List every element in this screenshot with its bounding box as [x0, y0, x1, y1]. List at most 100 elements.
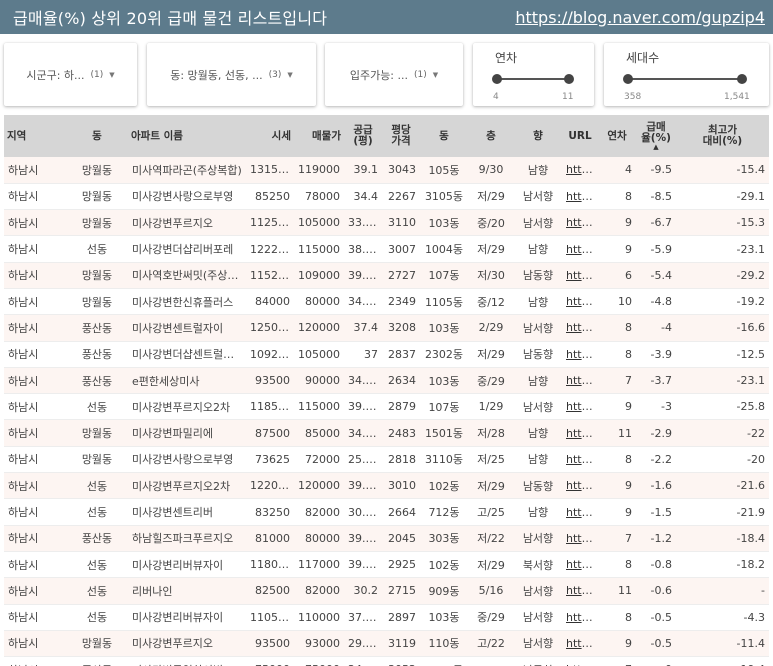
slider-min-handle[interactable]: [492, 74, 502, 84]
listing-url-link[interactable]: https://blog.naver.com/gupzip4: [566, 611, 598, 624]
cell-market-price: 82500: [246, 577, 294, 605]
header-col-region[interactable]: 지역: [4, 115, 66, 157]
cell-url[interactable]: https://blog.naver.com/gupzip4: [562, 577, 598, 605]
cell-direction: 남서향: [514, 525, 562, 552]
sort-desc-icon[interactable]: ▲: [639, 143, 673, 151]
filter-sigungu-dropdown[interactable]: 시군구: 하... (1) ▼: [4, 43, 137, 106]
cell-url[interactable]: https://blog.naver.com/gupzip4: [562, 314, 598, 342]
listing-url-link[interactable]: https://blog.naver.com/gupzip4: [566, 374, 598, 387]
cell-url[interactable]: https://blog.naver.com/gupzip4: [562, 604, 598, 631]
listing-url-link[interactable]: https://blog.naver.com/gupzip4: [566, 506, 598, 519]
cell-url[interactable]: https://blog.naver.com/gupzip4: [562, 419, 598, 447]
header-col-apartment-name[interactable]: 아파트 이름: [128, 115, 246, 157]
cell-listing-price: 120000: [294, 314, 344, 342]
header-col-floor[interactable]: 층: [468, 115, 514, 157]
cell-url[interactable]: https://blog.naver.com/gupzip4: [562, 525, 598, 552]
cell-floor: 2/29: [468, 314, 514, 342]
listing-url-link[interactable]: https://blog.naver.com/gupzip4: [566, 532, 598, 545]
header-label: 지역: [7, 129, 27, 142]
listing-url-link[interactable]: https://blog.naver.com/gupzip4: [566, 479, 598, 492]
listing-url-link[interactable]: https://blog.naver.com/gupzip4: [566, 584, 598, 597]
cell-apartment-name: 미사강변푸르지오: [128, 209, 246, 237]
header-col-discount-rate[interactable]: 급매 율(%) ▲: [636, 115, 676, 157]
blog-link[interactable]: https://blog.naver.com/gupzip4: [515, 8, 765, 27]
header-col-building[interactable]: 동: [420, 115, 468, 157]
listing-url-link[interactable]: https://blog.naver.com/gupzip4: [566, 269, 598, 282]
cell-listing-price: 85000: [294, 419, 344, 447]
cell-floor: 저/29: [468, 235, 514, 263]
cell-url[interactable]: https://blog.naver.com/gupzip4: [562, 656, 598, 666]
slider-min-label: 4: [493, 92, 499, 102]
cell-market-price: 112500: [246, 209, 294, 237]
table-header-row: 지역 동 아파트 이름 시세 매물가 공급 (평) 평당 가격 동 층 향 URL 연차 급매 율(%) ▲ 최고…: [4, 115, 769, 157]
cell-url[interactable]: https://blog.naver.com/gupzip4: [562, 630, 598, 658]
cell-market-price: 73625: [246, 446, 294, 474]
filter-count: (1): [414, 69, 427, 80]
table-body: 하남시 망월동 미사역파라곤(주상복합) 131500 119000 39.1 3043 10…: [4, 157, 769, 666]
cell-market-price: 93500: [246, 630, 294, 658]
header-col-supply-area[interactable]: 공급 (평): [344, 115, 382, 157]
cell-building: 303동: [420, 525, 468, 552]
listing-url-link[interactable]: https://blog.naver.com/gupzip4: [566, 637, 598, 650]
cell-url[interactable]: https://blog.naver.com/gupzip4: [562, 288, 598, 316]
cell-floor: 고/25: [468, 498, 514, 526]
cell-dong: 풍산동: [66, 367, 128, 395]
cell-age: 9: [598, 498, 636, 526]
cell-region: 하남시: [4, 419, 66, 447]
cell-region: 하남시: [4, 341, 66, 368]
cell-url[interactable]: https://blog.naver.com/gupzip4: [562, 446, 598, 474]
filter-move-in-dropdown[interactable]: 입주가능: ... (1) ▼: [325, 43, 463, 106]
cell-url[interactable]: https://blog.naver.com/gupzip4: [562, 498, 598, 526]
header-col-price-per-pyeong[interactable]: 평당 가격: [382, 115, 420, 157]
header-col-age[interactable]: 연차: [598, 115, 636, 157]
header-col-listing-price[interactable]: 매물가: [294, 115, 344, 157]
listing-url-link[interactable]: https://blog.naver.com/gupzip4: [566, 348, 598, 361]
listing-url-link[interactable]: https://blog.naver.com/gupzip4: [566, 243, 598, 256]
cell-age: 7: [598, 656, 636, 666]
listing-url-link[interactable]: https://blog.naver.com/gupzip4: [566, 163, 598, 176]
listing-url-link[interactable]: https://blog.naver.com/gupzip4: [566, 216, 598, 229]
slider-track[interactable]: [497, 78, 569, 80]
cell-direction: 남서향: [514, 183, 562, 211]
slider-max-handle[interactable]: [737, 74, 747, 84]
table-row: 하남시 망월동 미사강변파밀리에 87500 85000 34.23 2483 1501동 저/…: [4, 419, 769, 447]
cell-url[interactable]: https://blog.naver.com/gupzip4: [562, 235, 598, 263]
cell-url[interactable]: https://blog.naver.com/gupzip4: [562, 183, 598, 211]
cell-market-price: 85250: [246, 183, 294, 211]
listing-url-link[interactable]: https://blog.naver.com/gupzip4: [566, 190, 598, 203]
header-col-direction[interactable]: 향: [514, 115, 562, 157]
header-col-vs-peak[interactable]: 최고가 대비(%): [676, 115, 769, 157]
cell-price-per-pyeong: 2715: [382, 577, 420, 605]
header-col-dong[interactable]: 동: [66, 115, 128, 157]
cell-url[interactable]: https://blog.naver.com/gupzip4: [562, 367, 598, 395]
cell-price-per-pyeong: 3043: [382, 157, 420, 184]
cell-building: 1004동: [420, 235, 468, 263]
slider-track[interactable]: [628, 78, 742, 80]
slider-max-handle[interactable]: [564, 74, 574, 84]
cell-discount-rate: -0.8: [636, 551, 676, 579]
listing-url-link[interactable]: https://blog.naver.com/gupzip4: [566, 427, 598, 440]
cell-url[interactable]: https://blog.naver.com/gupzip4: [562, 393, 598, 421]
cell-vs-peak: -4.3: [676, 604, 769, 631]
header-col-url[interactable]: URL: [562, 115, 598, 157]
cell-floor: 중/29: [468, 367, 514, 395]
cell-supply-area: 39.94: [344, 393, 382, 421]
slider-min-handle[interactable]: [623, 74, 633, 84]
cell-url[interactable]: https://blog.naver.com/gupzip4: [562, 341, 598, 368]
cell-url[interactable]: https://blog.naver.com/gupzip4: [562, 472, 598, 500]
cell-url[interactable]: https://blog.naver.com/gupzip4: [562, 262, 598, 289]
listing-url-link[interactable]: https://blog.naver.com/gupzip4: [566, 295, 598, 308]
cell-url[interactable]: https://blog.naver.com/gupzip4: [562, 157, 598, 184]
filter-dong-dropdown[interactable]: 동: 망월동, 선동, ... (3) ▼: [147, 43, 316, 106]
cell-url[interactable]: https://blog.naver.com/gupzip4: [562, 551, 598, 579]
listing-url-link[interactable]: https://blog.naver.com/gupzip4: [566, 321, 598, 334]
listing-url-link[interactable]: https://blog.naver.com/gupzip4: [566, 453, 598, 466]
cell-listing-price: 80000: [294, 288, 344, 316]
cell-url[interactable]: https://blog.naver.com/gupzip4: [562, 209, 598, 237]
listing-url-link[interactable]: https://blog.naver.com/gupzip4: [566, 400, 598, 413]
header-label: 연차: [607, 129, 627, 142]
listing-url-link[interactable]: https://blog.naver.com/gupzip4: [566, 558, 598, 571]
cell-supply-area: 39.11: [344, 525, 382, 552]
header-col-market-price[interactable]: 시세: [246, 115, 294, 157]
cell-supply-area: 39.97: [344, 262, 382, 289]
